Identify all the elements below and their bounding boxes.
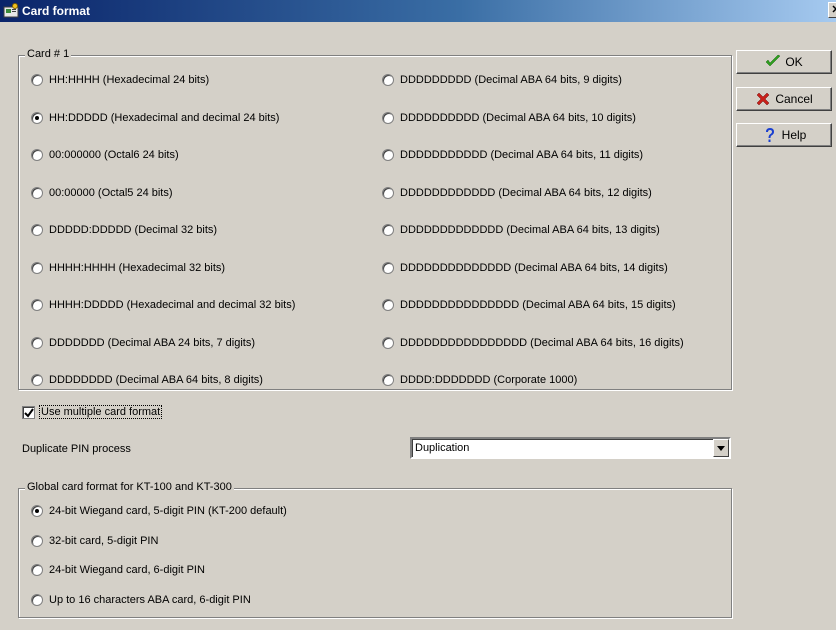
card-format-option-label: DDDDDDDDDDDDDDD (Decimal ABA 64 bits, 15… xyxy=(400,299,676,311)
card-format-option[interactable]: DDDDDDDDD (Decimal ABA 64 bits, 9 digits… xyxy=(382,72,622,88)
card-format-option[interactable]: HHHH:HHHH (Hexadecimal 32 bits) xyxy=(31,260,225,276)
radio-button[interactable] xyxy=(382,186,394,199)
radio-button[interactable] xyxy=(31,111,43,124)
card-format-option-label: DDDDDDDD (Decimal ABA 64 bits, 8 digits) xyxy=(49,374,263,386)
dropdown-button[interactable] xyxy=(713,439,729,457)
close-button[interactable]: ✕ xyxy=(828,2,836,18)
card-format-option[interactable]: DDDD:DDDDDDD (Corporate 1000) xyxy=(382,372,577,388)
radio-button[interactable] xyxy=(31,593,43,606)
radio-button[interactable] xyxy=(31,224,43,236)
card-format-option-label: DDDDD:DDDDD (Decimal 32 bits) xyxy=(49,224,218,236)
card-format-option[interactable]: DDDDD:DDDDD (Decimal 32 bits) xyxy=(31,222,217,238)
card-format-option[interactable]: HHHH:DDDDD (Hexadecimal and decimal 32 b… xyxy=(31,297,295,313)
help-label: Help xyxy=(781,128,807,142)
card-format-option-label: DDDDDDDDDDDDD (Decimal ABA 64 bits, 13 d… xyxy=(400,224,660,236)
radio-button[interactable] xyxy=(31,299,43,311)
card-format-option[interactable]: 00:00000 (Octal5 24 bits) xyxy=(31,185,173,201)
radio-button[interactable] xyxy=(31,149,43,161)
card-format-option[interactable]: DDDDDDDDDD (Decimal ABA 64 bits, 10 digi… xyxy=(382,110,636,126)
radio-button[interactable] xyxy=(31,534,43,547)
radio-button[interactable] xyxy=(31,186,43,199)
card-format-option-label: DDDDDDDDDDD (Decimal ABA 64 bits, 11 dig… xyxy=(400,149,644,161)
card-format-option-label: HHHH:HHHH (Hexadecimal 32 bits) xyxy=(49,261,226,274)
checkmark-icon xyxy=(765,54,781,67)
window-title: Card format xyxy=(22,4,91,18)
global-format-option-label: Up to 16 characters ABA card, 6-digit PI… xyxy=(49,593,251,606)
ok-button[interactable]: OK xyxy=(736,50,832,74)
card-format-option-label: DDDDDDDDDDDD (Decimal ABA 64 bits, 12 di… xyxy=(400,186,652,199)
global-format-legend: Global card format for KT-100 and KT-300 xyxy=(25,481,234,493)
card-format-option[interactable]: DDDDDDDDDDDDDDDD (Decimal ABA 64 bits, 1… xyxy=(382,335,684,351)
duplicate-pin-select[interactable]: Duplication xyxy=(410,437,731,459)
card-format-option[interactable]: DDDDDDDDDDDDDDD (Decimal ABA 64 bits, 15… xyxy=(382,297,676,313)
card-format-option[interactable]: DDDDDDD (Decimal ABA 24 bits, 7 digits) xyxy=(31,335,255,351)
card-format-option-label: DDDDDDDDDD (Decimal ABA 64 bits, 10 digi… xyxy=(400,111,636,124)
question-mark-icon xyxy=(765,128,774,142)
card-format-option[interactable]: DDDDDDDD (Decimal ABA 64 bits, 8 digits) xyxy=(31,372,263,388)
multiple-format-checkbox-row[interactable]: Use multiple card format xyxy=(22,405,163,419)
radio-button[interactable] xyxy=(382,74,394,86)
close-icon: ✕ xyxy=(831,4,836,16)
ok-label: OK xyxy=(785,55,803,69)
card-format-option-label: DDDDDDDDD (Decimal ABA 64 bits, 9 digits… xyxy=(400,74,622,86)
help-button[interactable]: Help xyxy=(736,123,832,147)
radio-button[interactable] xyxy=(382,149,394,161)
card-format-option[interactable]: HH:DDDDD (Hexadecimal and decimal 24 bit… xyxy=(31,110,279,126)
radio-button[interactable] xyxy=(382,336,394,349)
duplicate-pin-value: Duplication xyxy=(415,442,470,454)
radio-button[interactable] xyxy=(382,224,394,236)
card-format-option-label: HH:DDDDD (Hexadecimal and decimal 24 bit… xyxy=(49,111,280,124)
card-format-option-label: DDDDDDDDDDDDDD (Decimal ABA 64 bits, 14 … xyxy=(400,261,668,274)
card-format-option-label: HH:HHHH (Hexadecimal 24 bits) xyxy=(49,74,210,86)
card-format-option[interactable]: HH:HHHH (Hexadecimal 24 bits) xyxy=(31,72,209,88)
radio-button[interactable] xyxy=(31,564,43,576)
radio-button[interactable] xyxy=(382,111,394,124)
card-format-option-label: HHHH:DDDDD (Hexadecimal and decimal 32 b… xyxy=(49,299,296,311)
card-format-option-label: DDDDDDDDDDDDDDDD (Decimal ABA 64 bits, 1… xyxy=(400,336,684,349)
radio-button[interactable] xyxy=(31,374,43,386)
radio-button[interactable] xyxy=(382,261,394,274)
card-app-icon xyxy=(3,3,19,18)
global-format-option[interactable]: 24-bit Wiegand card, 5-digit PIN (KT-200… xyxy=(31,503,287,519)
radio-button[interactable] xyxy=(382,374,394,386)
card-format-legend: Card # 1 xyxy=(25,48,72,60)
x-icon xyxy=(756,92,770,106)
checkmark-icon xyxy=(24,407,34,418)
radio-button[interactable] xyxy=(31,336,43,349)
card-format-option[interactable]: DDDDDDDDDDDDD (Decimal ABA 64 bits, 13 d… xyxy=(382,222,660,238)
card-format-option[interactable]: DDDDDDDDDDD (Decimal ABA 64 bits, 11 dig… xyxy=(382,147,643,163)
global-format-option[interactable]: Up to 16 characters ABA card, 6-digit PI… xyxy=(31,592,251,608)
chevron-down-icon xyxy=(717,445,725,451)
radio-button[interactable] xyxy=(382,299,394,311)
radio-button[interactable] xyxy=(31,74,43,86)
card-format-option-label: DDDDDDD (Decimal ABA 24 bits, 7 digits) xyxy=(49,336,256,349)
cancel-label: Cancel xyxy=(775,92,813,106)
cancel-button[interactable]: Cancel xyxy=(736,87,832,111)
multiple-format-label: Use multiple card format xyxy=(39,405,163,419)
global-format-option[interactable]: 24-bit Wiegand card, 6-digit PIN xyxy=(31,562,205,578)
radio-button[interactable] xyxy=(31,261,43,274)
radio-button[interactable] xyxy=(31,505,43,517)
card-format-option[interactable]: DDDDDDDDDDDDDD (Decimal ABA 64 bits, 14 … xyxy=(382,260,668,276)
global-format-option[interactable]: 32-bit card, 5-digit PIN xyxy=(31,533,158,549)
duplicate-pin-label: Duplicate PIN process xyxy=(22,443,131,455)
title-bar: Card format ✕ xyxy=(0,0,836,22)
card-format-option[interactable]: DDDDDDDDDDDD (Decimal ABA 64 bits, 12 di… xyxy=(382,185,652,201)
card-format-option[interactable]: 00:000000 (Octal6 24 bits) xyxy=(31,147,179,163)
global-format-option-label: 32-bit card, 5-digit PIN xyxy=(49,534,159,547)
card-format-option-label: 00:00000 (Octal5 24 bits) xyxy=(49,186,173,199)
card-format-option-label: DDDD:DDDDDDD (Corporate 1000) xyxy=(400,374,578,386)
card-format-option-label: 00:000000 (Octal6 24 bits) xyxy=(49,149,179,161)
global-format-option-label: 24-bit Wiegand card, 5-digit PIN (KT-200… xyxy=(49,505,287,517)
global-format-option-label: 24-bit Wiegand card, 6-digit PIN xyxy=(49,564,205,576)
multiple-format-checkbox[interactable] xyxy=(22,405,35,419)
